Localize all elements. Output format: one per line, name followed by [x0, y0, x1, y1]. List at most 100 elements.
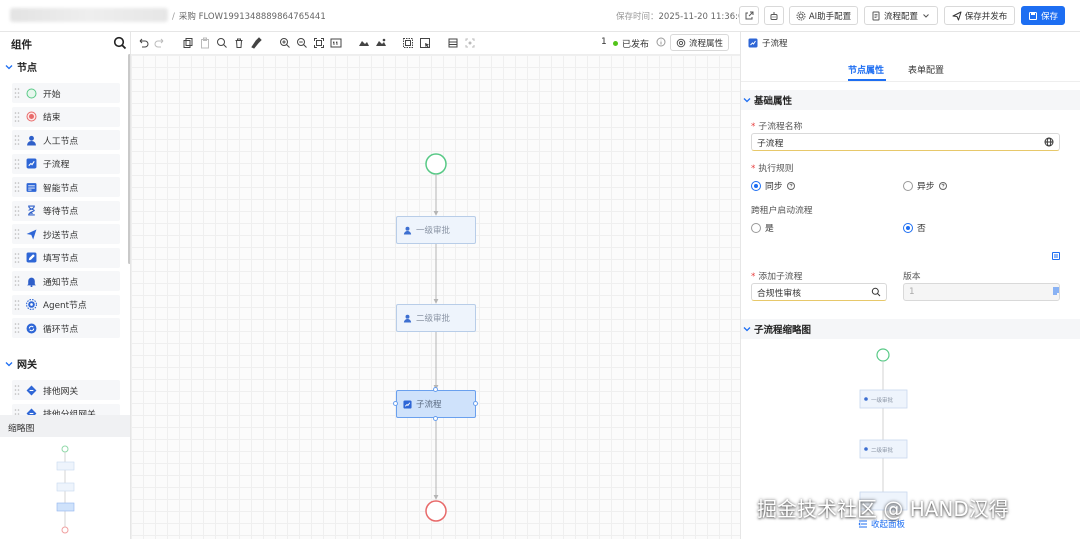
- component-item[interactable]: Agent节点: [12, 294, 120, 315]
- settings-icon: [676, 38, 686, 47]
- group-subflow-thumbnail[interactable]: 子流程缩略图: [741, 319, 1080, 339]
- zoom-fit-icon: [217, 38, 227, 48]
- component-item[interactable]: 抄送节点: [12, 224, 120, 244]
- connect-handle-top[interactable]: [433, 387, 438, 392]
- component-item[interactable]: 子流程: [12, 153, 120, 174]
- flow-node-second-approval[interactable]: 二级审批: [396, 304, 476, 332]
- drag-handle-icon[interactable]: [14, 134, 20, 146]
- component-item[interactable]: 循环节点: [12, 318, 120, 338]
- chevron-down-icon: [923, 13, 929, 18]
- component-item[interactable]: 排他网关: [12, 380, 120, 400]
- info-icon[interactable]: [656, 37, 666, 47]
- breadcrumb-text: 采购 FLOW1991348889864765441: [178, 12, 326, 22]
- section-gateways-title[interactable]: 网关: [5, 356, 37, 371]
- drag-handle-icon[interactable]: [14, 299, 20, 311]
- save-time-value: 2025-11-20 11:36:08: [658, 12, 749, 22]
- drag-handle-icon[interactable]: [14, 228, 20, 240]
- flow-node-first-approval[interactable]: 一级审批: [396, 216, 476, 244]
- drag-handle-icon[interactable]: [14, 111, 20, 123]
- save-button[interactable]: 保存: [1021, 6, 1065, 25]
- select-button[interactable]: [402, 37, 414, 49]
- ai-assistant-button[interactable]: AI助手配置: [789, 6, 858, 25]
- flow-canvas[interactable]: 一级审批 二级审批 子流程: [131, 55, 740, 539]
- paste-button[interactable]: [199, 37, 211, 49]
- redo-button[interactable]: [154, 37, 166, 49]
- align-right-button[interactable]: [375, 37, 387, 49]
- open-external-button[interactable]: [739, 6, 759, 25]
- execution-rule-label-text: 执行规则: [758, 164, 794, 174]
- align-right-icon: [376, 38, 386, 46]
- drag-handle-icon[interactable]: [14, 252, 20, 264]
- copy-button[interactable]: [182, 37, 194, 49]
- minimap[interactable]: [0, 437, 130, 539]
- subflow-name-input[interactable]: 子流程: [751, 133, 1060, 151]
- drag-handle-icon[interactable]: [14, 158, 20, 170]
- search-icon[interactable]: [113, 36, 127, 50]
- component-item[interactable]: 填写节点: [12, 247, 120, 268]
- save-time: 保存时间：2025-11-20 11:36:08: [616, 10, 749, 22]
- zoom-in-button[interactable]: [279, 37, 291, 49]
- drag-handle-icon[interactable]: [14, 384, 20, 396]
- drag-handle-icon[interactable]: [14, 322, 20, 334]
- group-basic-properties-label: 基础属性: [754, 96, 793, 107]
- undo-button[interactable]: [137, 37, 149, 49]
- drag-handle-icon[interactable]: [14, 275, 20, 287]
- rule-async-radio[interactable]: 异步: [903, 179, 947, 192]
- delete-button[interactable]: [233, 37, 245, 49]
- drag-handle-icon[interactable]: [14, 87, 20, 99]
- component-panel-title: 组件: [11, 39, 32, 51]
- connect-handle-bottom[interactable]: [433, 416, 438, 421]
- drag-handle-icon[interactable]: [14, 205, 20, 217]
- zoom-out-button[interactable]: [296, 37, 308, 49]
- actual-size-button[interactable]: [330, 37, 342, 49]
- component-item-label: 等待节点: [43, 207, 79, 217]
- connect-handle-right[interactable]: [473, 401, 478, 406]
- add-subflow-input[interactable]: 合规性审核: [751, 283, 887, 301]
- component-item[interactable]: 等待节点: [12, 200, 120, 221]
- fullscreen-button[interactable]: [464, 37, 476, 49]
- component-item[interactable]: 人工节点: [12, 130, 120, 150]
- clear-button[interactable]: [250, 37, 262, 49]
- rule-sync-radio[interactable]: 同步: [751, 179, 795, 192]
- view-icon[interactable]: [1051, 286, 1061, 296]
- multi-select-button[interactable]: [419, 37, 431, 49]
- flow-config-button[interactable]: 流程配置: [864, 6, 938, 25]
- flow-node-subflow[interactable]: 子流程: [396, 390, 476, 418]
- drag-handle-icon[interactable]: [14, 181, 20, 193]
- zoom-fit-button[interactable]: [216, 37, 228, 49]
- user-icon: [403, 314, 412, 323]
- end-node[interactable]: [425, 500, 447, 522]
- component-item[interactable]: 智能节点: [12, 177, 120, 197]
- component-item[interactable]: 开始: [12, 83, 120, 103]
- tenant-yes-radio[interactable]: 是: [751, 221, 774, 234]
- group-basic-properties[interactable]: 基础属性: [741, 90, 1080, 110]
- component-item-label: 填写节点: [43, 254, 79, 264]
- section-nodes-label: 节点: [17, 63, 37, 74]
- search-icon[interactable]: [871, 287, 881, 297]
- tenant-no-radio[interactable]: 否: [903, 221, 926, 234]
- version-input[interactable]: 1: [903, 283, 1060, 301]
- flow-config-label: 流程配置: [883, 11, 918, 22]
- align-left-button[interactable]: [358, 37, 370, 49]
- tab-node-properties[interactable]: 节点属性: [848, 63, 884, 76]
- help-icon[interactable]: [786, 181, 795, 190]
- view-detail-icon[interactable]: [1051, 251, 1061, 261]
- start-node[interactable]: [425, 153, 447, 175]
- component-item[interactable]: 通知节点: [12, 271, 120, 291]
- help-icon[interactable]: [938, 181, 947, 190]
- send-icon: [952, 11, 962, 20]
- fit-screen-button[interactable]: [313, 37, 325, 49]
- component-item[interactable]: 结束: [12, 106, 120, 127]
- grid-button[interactable]: [447, 37, 459, 49]
- section-nodes-title[interactable]: 节点: [5, 59, 37, 74]
- component-item-label: 循环节点: [43, 324, 79, 335]
- globe-icon[interactable]: [1044, 137, 1054, 147]
- robot-button[interactable]: [764, 6, 784, 25]
- connect-handle-left[interactable]: [393, 401, 398, 406]
- version-value: 1: [909, 287, 915, 297]
- cross-tenant-label-text: 跨租户启动流程: [751, 206, 813, 216]
- tab-form-config[interactable]: 表单配置: [908, 63, 944, 76]
- save-publish-button[interactable]: 保存并发布: [944, 6, 1015, 25]
- subflow-icon: [748, 38, 758, 48]
- process-properties-button[interactable]: 流程属性: [670, 34, 730, 51]
